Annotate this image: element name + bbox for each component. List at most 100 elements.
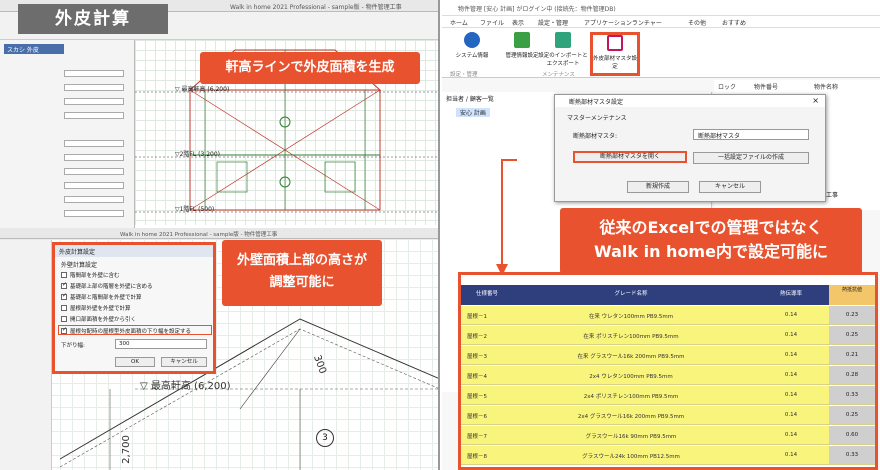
- cell-resistance: 0.33: [829, 446, 875, 464]
- cell-grade-name: 2x4 ポリスチレン100mm PB9.5mm: [583, 394, 679, 400]
- left-toolbar: [0, 240, 52, 470]
- prop-row[interactable]: [4, 168, 130, 176]
- menu-view[interactable]: 表示: [512, 18, 524, 27]
- prop-row[interactable]: [4, 84, 130, 92]
- prop-row[interactable]: [4, 154, 130, 162]
- master-select[interactable]: 断熱部材マスタ: [693, 129, 809, 140]
- cancel-button[interactable]: キャンセル: [161, 357, 207, 367]
- cancel-button[interactable]: キャンセル: [699, 181, 761, 193]
- cell-grade-name: 在来 ポリスチレン100mm PB9.5mm: [583, 334, 679, 340]
- cell-conductivity: 0.14: [784, 372, 798, 378]
- ok-button[interactable]: OK: [115, 357, 155, 367]
- cell-conductivity: 0.14: [784, 332, 798, 338]
- callout-eave: 軒高ラインで外皮面積を生成: [200, 52, 420, 84]
- menu-other[interactable]: その他: [688, 18, 706, 27]
- drop-select[interactable]: 300: [115, 339, 207, 349]
- cell-spec-id: 屋根－3: [467, 354, 487, 360]
- table-header: 仕様番号 グレード名称 熱伝導率 熱抵抗値: [461, 285, 875, 305]
- ribbon: システム情報 管理情報設定 設定のインポートとエクスポート 外皮部材マスタ設定 …: [442, 28, 880, 78]
- cell-grade-name: 2x4 グラスウール16k 200mm PB9.5mm: [577, 414, 685, 420]
- app-window-title: 物件管理 [安心 計画] がログイン中 (接続先：物件管理DB): [458, 6, 616, 13]
- prop-row[interactable]: [4, 196, 130, 204]
- prop-row[interactable]: [4, 70, 130, 78]
- feature-title: 外皮計算: [18, 4, 168, 34]
- menu-launcher[interactable]: アプリケーションランチャー: [584, 18, 662, 27]
- dim-floor2: ▽2階FL (3,200): [175, 151, 220, 158]
- cell-spec-id: 屋根－1: [467, 314, 487, 320]
- grid-marker-3: 3: [316, 429, 334, 447]
- cell-resistance: 0.33: [829, 386, 875, 404]
- cell-conductivity: 0.14: [784, 312, 798, 318]
- menu-home[interactable]: ホーム: [450, 18, 468, 27]
- cad-panel: Walk in home 2021 Professional - sample版…: [0, 0, 440, 470]
- property-panel: スカシ 外皮: [0, 40, 135, 230]
- grid-header-number: 物件番号: [754, 84, 779, 91]
- envelope-settings-dialog: 外皮計算設定 外壁計算設定 階間部を外壁に含む 基礎部上部の階層を外壁に含める …: [52, 242, 216, 374]
- tree-item[interactable]: 安心 計画: [456, 108, 490, 117]
- cell-conductivity: 0.14: [784, 452, 798, 458]
- new-button[interactable]: 新規作成: [627, 181, 689, 193]
- prop-row[interactable]: [4, 98, 130, 106]
- dim-floor1: ▽1階FL (500): [175, 206, 215, 213]
- col-grade-name: グレード名称: [614, 291, 648, 297]
- cell-resistance: 0.60: [829, 426, 875, 444]
- dim-bottom-eave: ▽ 最高軒高 (6,200): [140, 381, 231, 392]
- cell-grade-name: 在来 グラスウール16k 200mm PB9.5mm: [577, 354, 685, 360]
- app-titlebar: 物件管理 [安心 計画] がログイン中 (接続先：物件管理DB): [442, 0, 880, 16]
- table-row[interactable]: 屋根－6 2x4 グラスウール16k 200mm PB9.5mm 0.14 0.25: [461, 406, 875, 425]
- arrow-connector: [496, 159, 517, 276]
- dialog-title: 断熱部材マスタ設定: [555, 95, 825, 107]
- cell-conductivity: 0.14: [784, 412, 798, 418]
- table-row[interactable]: 屋根－2 在来 ポリスチレン100mm PB9.5mm 0.14 0.25: [461, 326, 875, 345]
- prop-row[interactable]: [4, 182, 130, 190]
- prop-row[interactable]: [4, 140, 130, 148]
- table-row[interactable]: 屋根－5 2x4 ポリスチレン100mm PB9.5mm 0.14 0.33: [461, 386, 875, 405]
- create-file-button[interactable]: 一括設定ファイルの作成: [693, 152, 809, 164]
- drop-label: 下がり幅:: [61, 343, 85, 349]
- cell-spec-id: 屋根－4: [467, 374, 487, 380]
- grid-header-name: 物件名称: [814, 84, 839, 91]
- table-row[interactable]: 屋根－8 グラスウール24k 100mm PB12.5mm 0.14 0.33: [461, 446, 875, 465]
- cell-conductivity: 0.14: [784, 432, 798, 438]
- option-checkbox[interactable]: 屋根部外壁を外壁で計算: [61, 304, 211, 313]
- close-icon[interactable]: ×: [812, 96, 819, 105]
- dim-top-eave: ▽ 最高軒高 (6,200): [175, 86, 230, 93]
- info-icon: [464, 32, 480, 48]
- table-row[interactable]: 屋根－4 2x4 ウレタン100mm PB9.5mm 0.14 0.28: [461, 366, 875, 385]
- callout-wall-line2: 調整可能に: [269, 275, 335, 290]
- cell-conductivity: 0.14: [784, 352, 798, 358]
- ribbon-group-label: 設定・管理: [450, 72, 478, 78]
- callout-wall: 外壁面積上部の高さが 調整可能に: [222, 240, 382, 306]
- grid-header-lock: ロック: [718, 84, 737, 91]
- cell-resistance: 0.28: [829, 366, 875, 384]
- cell-spec-id: 屋根－2: [467, 334, 487, 340]
- prop-row[interactable]: [4, 210, 130, 218]
- prop-row[interactable]: [4, 112, 130, 120]
- highlight-frame: [58, 325, 212, 335]
- option-checkbox[interactable]: 階間部を外壁に含む: [61, 271, 211, 280]
- property-panel-title: スカシ 外皮: [4, 44, 64, 54]
- master-table: 仕様番号 グレード名称 熱伝導率 熱抵抗値 屋根－1 在来 ウレタン100mm P…: [458, 272, 878, 470]
- cell-spec-id: 屋根－8: [467, 454, 487, 460]
- menu-settings[interactable]: 設定・管理: [538, 18, 568, 27]
- cell-resistance: 0.23: [829, 306, 875, 324]
- house-icon: [607, 35, 623, 51]
- cell-resistance: 0.25: [829, 406, 875, 424]
- option-checkbox[interactable]: 開口部面積を外壁から引く: [61, 315, 211, 324]
- menu-file[interactable]: ファイル: [480, 18, 504, 27]
- option-checkbox[interactable]: 基礎部上部の階層を外壁に含める: [61, 282, 211, 291]
- property-manager-panel: 物件管理 [安心 計画] がログイン中 (接続先：物件管理DB) ホーム ファイ…: [442, 0, 880, 470]
- dialog-section-label: マスターメンテナンス: [567, 115, 627, 122]
- cell-spec-id: 屋根－5: [467, 394, 487, 400]
- option-checkbox[interactable]: 基礎部と階間部を外壁で計算: [61, 293, 211, 302]
- table-row[interactable]: 屋根－3 在来 グラスウール16k 200mm PB9.5mm 0.14 0.21: [461, 346, 875, 365]
- open-master-button[interactable]: 断熱部材マスタを開く: [573, 151, 687, 163]
- callout-excel-line2: Walk in home内で設定可能に: [594, 242, 828, 261]
- col-spec-id: 仕様番号: [475, 291, 498, 297]
- envelope-master-button[interactable]: 外皮部材マスタ設定: [590, 32, 640, 76]
- table-row[interactable]: 屋根－7 グラスウール16k 90mm PB9.5mm 0.14 0.60: [461, 426, 875, 445]
- table-row[interactable]: 屋根－1 在来 ウレタン100mm PB9.5mm 0.14 0.23: [461, 306, 875, 325]
- menu-bar: ホーム ファイル 表示 設定・管理 アプリケーションランチャー その他 おすすめ: [442, 16, 880, 28]
- master-label: 断熱部材マスタ:: [573, 133, 618, 140]
- menu-recommended[interactable]: おすすめ: [722, 18, 746, 27]
